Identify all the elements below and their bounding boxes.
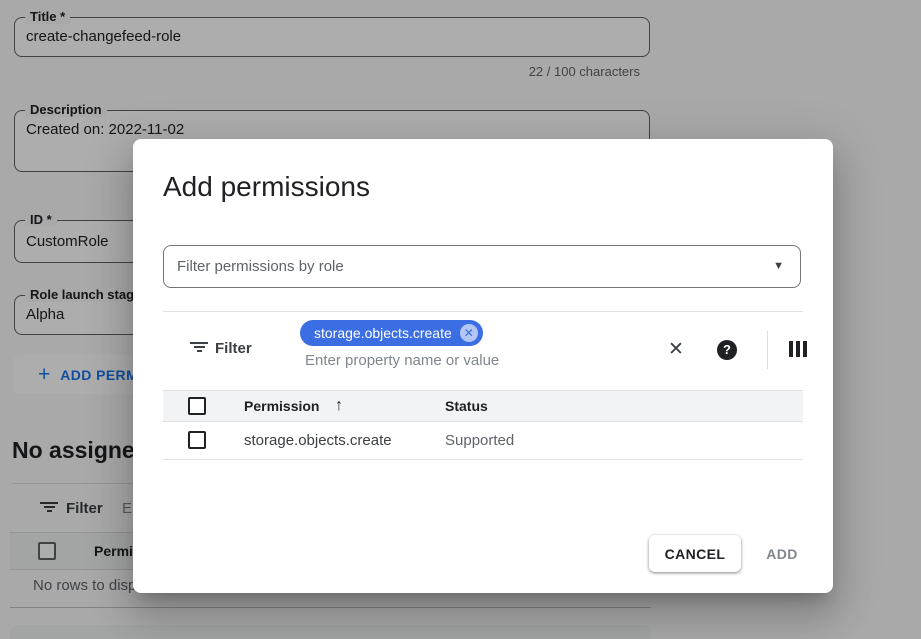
filter-label: Filter <box>215 340 252 357</box>
add-permissions-dialog: Add permissions Filter permissions by ro… <box>133 139 833 593</box>
row-checkbox[interactable] <box>188 431 206 449</box>
chip-remove-icon[interactable]: ✕ <box>460 324 478 342</box>
table-header-row: Permission ↑ Status <box>163 390 803 422</box>
filter-toolbar: Filter storage.objects.create ✕ ✕ ? <box>163 311 803 375</box>
dialog-title: Add permissions <box>163 171 370 203</box>
filter-chip-label: storage.objects.create <box>314 325 452 341</box>
filter-chip[interactable]: storage.objects.create ✕ <box>300 320 483 346</box>
column-header-status[interactable]: Status <box>445 391 488 421</box>
role-filter-select-value: Filter permissions by role <box>177 246 344 287</box>
help-icon[interactable]: ? <box>717 340 737 360</box>
filter-input[interactable] <box>305 352 635 369</box>
column-display-options-icon[interactable] <box>789 341 807 357</box>
sort-ascending-icon: ↑ <box>335 391 343 421</box>
create-role-page: Title * create-changefeed-role 22 / 100 … <box>0 0 921 639</box>
filter-icon <box>190 342 208 356</box>
table-row[interactable]: storage.objects.create Supported <box>163 422 803 460</box>
role-filter-select[interactable]: Filter permissions by role ▼ <box>163 245 801 288</box>
chevron-down-icon: ▼ <box>773 246 784 287</box>
row-status-cell: Supported <box>445 422 514 459</box>
column-header-permission[interactable]: Permission <box>244 391 319 421</box>
cancel-button[interactable]: CANCEL <box>649 535 741 572</box>
clear-filters-icon[interactable]: ✕ <box>668 338 684 361</box>
row-permission-cell: storage.objects.create <box>244 422 392 459</box>
select-all-checkbox[interactable] <box>188 397 206 415</box>
toolbar-divider <box>767 331 768 369</box>
add-button[interactable]: ADD <box>749 535 815 572</box>
